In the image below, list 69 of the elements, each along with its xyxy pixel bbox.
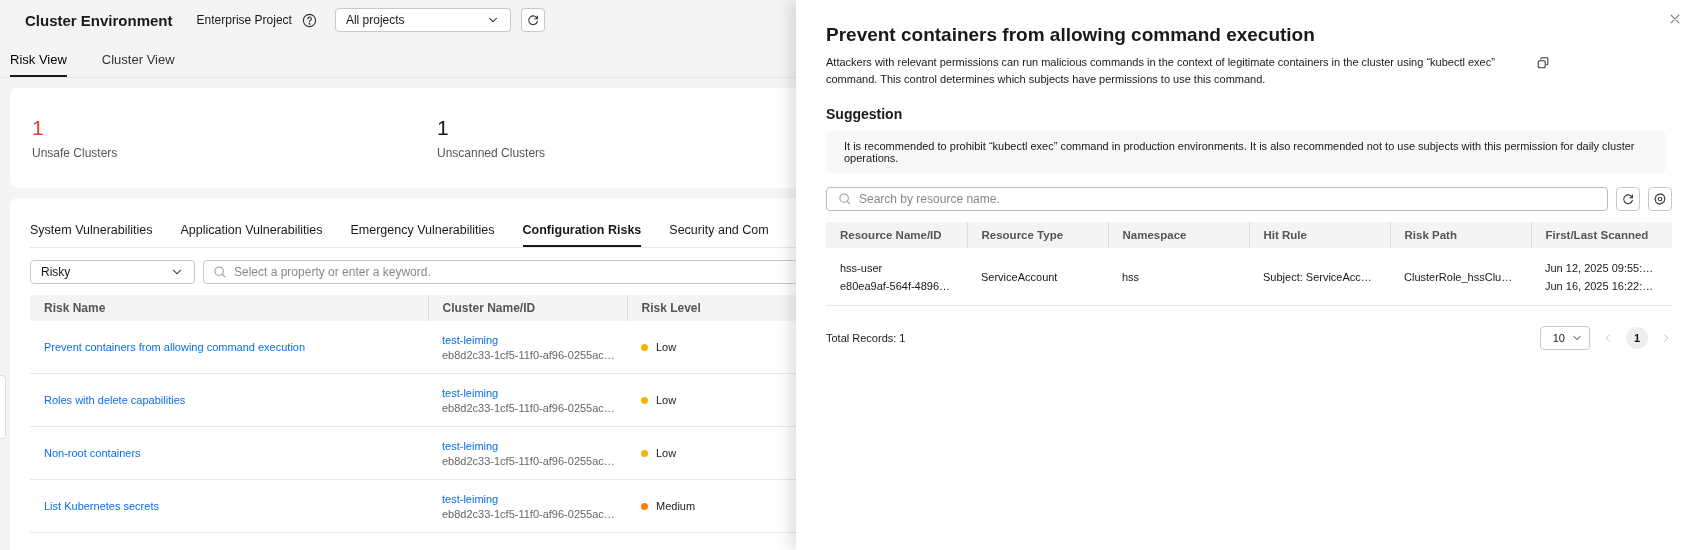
settings-icon bbox=[1653, 192, 1667, 206]
refresh-icon bbox=[1621, 192, 1635, 206]
section-title: Suggestion bbox=[826, 106, 904, 122]
search-field[interactable]: Select a property or enter a keyword. bbox=[203, 260, 796, 284]
cluster-id: eb8d2c33-1cf5-11f0-af96-0255ac… bbox=[442, 507, 613, 520]
column-header: Hit Rule bbox=[1249, 222, 1390, 248]
risk-name-link[interactable]: Prevent containers from allowing command execution bbox=[44, 341, 306, 353]
hit-rule: Subject: ServiceAcc… bbox=[1263, 270, 1372, 283]
resource-name: hss-user bbox=[840, 261, 884, 274]
cluster-id: eb8d2c33-1cf5-11f0-af96-0255ac… bbox=[442, 348, 613, 361]
risk-name-link[interactable]: Non-root containers bbox=[44, 447, 141, 459]
cluster-name-link[interactable]: test-leiming bbox=[442, 492, 613, 505]
cluster-name-link[interactable]: test-leiming bbox=[442, 439, 613, 452]
stat-label: Unscanned Clusters bbox=[437, 146, 547, 160]
column-header: Risk Level bbox=[627, 295, 796, 321]
status-select[interactable]: Risky bbox=[30, 260, 195, 284]
cluster-name-link[interactable]: test-leiming bbox=[442, 333, 613, 346]
copy-icon[interactable] bbox=[1536, 56, 1550, 70]
risk-level: Medium bbox=[656, 500, 696, 512]
settings-button[interactable] bbox=[1648, 187, 1672, 211]
view-tab[interactable]: Risk View bbox=[10, 46, 67, 77]
total-records: Total Records: 1 bbox=[826, 332, 906, 344]
column-header: Risk Path bbox=[1390, 222, 1531, 248]
column-header: Namespace bbox=[1108, 222, 1249, 248]
resource-id: e80ea9af-564f-4896… bbox=[840, 279, 952, 292]
page-size-select[interactable]: 10 bbox=[1539, 326, 1590, 350]
search-field[interactable]: Search by resource name. bbox=[826, 187, 1608, 211]
cluster-id: eb8d2c33-1cf5-11f0-af96-0255ac… bbox=[442, 454, 613, 467]
stat-count: 1 bbox=[32, 116, 45, 140]
namespace: hss bbox=[1122, 270, 1140, 283]
cluster-id: eb8d2c33-1cf5-11f0-af96-0255ac… bbox=[442, 401, 613, 414]
cluster-name-link[interactable]: test-leiming bbox=[442, 386, 613, 399]
risk-name-link[interactable]: Roles with delete capabilities bbox=[44, 394, 186, 406]
refresh-button[interactable] bbox=[1616, 187, 1640, 211]
field-label: Enterprise Project bbox=[196, 13, 292, 27]
stat-label: Unsafe Clusters bbox=[32, 146, 119, 160]
risk-path: ClusterRole_hssClu… bbox=[1404, 270, 1513, 283]
column-header: Resource Name/ID bbox=[826, 222, 967, 248]
page-title: Cluster Environment bbox=[25, 11, 173, 29]
category-tab[interactable]: Configuration Risks bbox=[522, 216, 642, 247]
refresh-icon bbox=[525, 13, 540, 27]
category-tab[interactable]: Application Vulnerabilities bbox=[180, 216, 323, 247]
refresh-button[interactable] bbox=[520, 8, 545, 32]
search-icon bbox=[213, 265, 227, 279]
help-icon[interactable] bbox=[301, 12, 317, 28]
category-tab[interactable]: Emergency Vulnerabilities bbox=[350, 216, 495, 247]
suggestion-text: It is recommended to prohibit “kubectl exec” command in production environments. It is also recommended not to use subjects with this permission for daily cluster operations. bbox=[844, 140, 1635, 164]
first-scanned-time: Jun 12, 2025 09:55:… bbox=[1545, 261, 1655, 274]
column-header: Resource Type bbox=[967, 222, 1108, 248]
risk-level: Low bbox=[656, 447, 677, 459]
risk-level: Low bbox=[656, 341, 677, 353]
column-header: Cluster Name/ID bbox=[428, 295, 627, 321]
page-number[interactable]: 1 bbox=[1626, 327, 1648, 349]
close-icon bbox=[1668, 12, 1682, 26]
last-scanned-time: Jun 16, 2025 16:22:… bbox=[1545, 279, 1655, 292]
drawer-title: Prevent containers from allowing command execution bbox=[826, 24, 1316, 46]
column-header: Risk Name bbox=[30, 295, 428, 321]
description-text: Attackers with relevant permissions can run malicious commands in the context of legitimate containers in the cluster using “kubectl exec” command. This control determines which subjects have permissions to use this command. bbox=[826, 55, 1496, 87]
search-icon bbox=[838, 192, 852, 206]
risk-level: Low bbox=[656, 394, 677, 406]
resource-type: ServiceAccount bbox=[981, 270, 1058, 283]
stat-count: 1 bbox=[437, 116, 450, 140]
column-header: First/Last Scanned bbox=[1531, 222, 1672, 248]
view-tab[interactable]: Cluster View bbox=[101, 46, 175, 77]
project-select[interactable]: All projects bbox=[334, 8, 511, 32]
category-tab[interactable]: Security and Com bbox=[669, 216, 769, 247]
risk-name-link[interactable]: List Kubernetes secrets bbox=[44, 500, 159, 512]
close-button[interactable] bbox=[1668, 12, 1682, 26]
category-tab[interactable]: System Vulnerabilities bbox=[30, 216, 153, 247]
